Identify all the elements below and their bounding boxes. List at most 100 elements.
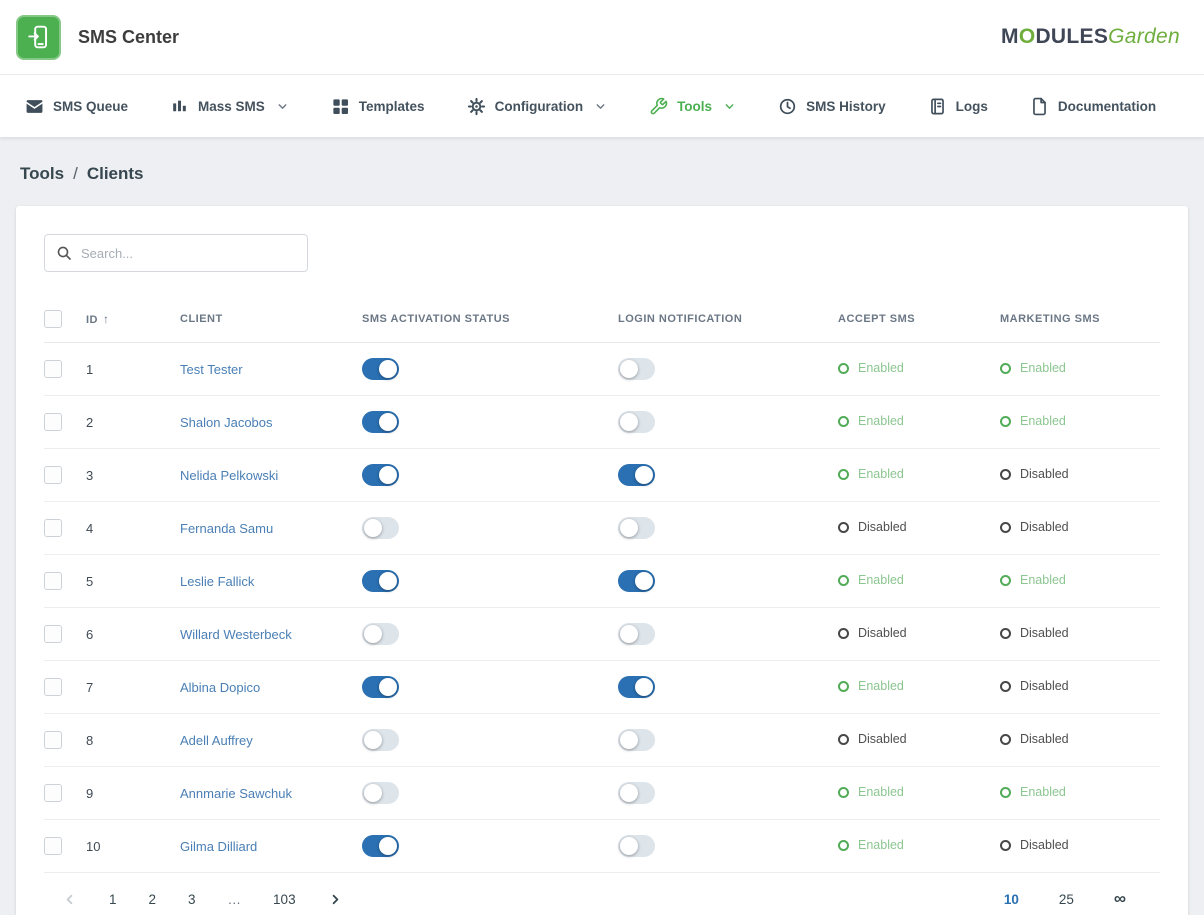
nav-item-configuration[interactable]: Configuration bbox=[446, 75, 628, 137]
client-link[interactable]: Willard Westerbeck bbox=[180, 627, 292, 642]
toggle-knob bbox=[379, 572, 397, 590]
login-notification-toggle[interactable] bbox=[618, 676, 655, 698]
nav-item-sms-history[interactable]: SMS History bbox=[757, 75, 907, 137]
status-circle-icon bbox=[838, 840, 849, 851]
row-checkbox[interactable] bbox=[44, 413, 62, 431]
login-notification-toggle[interactable] bbox=[618, 517, 655, 539]
nav-item-templates[interactable]: Templates bbox=[310, 75, 446, 137]
login-notification-toggle[interactable] bbox=[618, 623, 655, 645]
column-header-id[interactable]: ID↑ bbox=[86, 294, 180, 343]
client-link[interactable]: Nelida Pelkowski bbox=[180, 468, 278, 483]
column-header-login-notification[interactable]: LOGIN NOTIFICATION bbox=[618, 294, 838, 343]
login-notification-toggle[interactable] bbox=[618, 464, 655, 486]
nav-item-label: Documentation bbox=[1058, 99, 1156, 114]
sms-activation-toggle[interactable] bbox=[362, 411, 399, 433]
client-link[interactable]: Gilma Dilliard bbox=[180, 839, 257, 854]
row-id: 3 bbox=[86, 468, 93, 483]
select-all-checkbox[interactable] bbox=[44, 310, 62, 328]
per-page-25[interactable]: 25 bbox=[1059, 892, 1074, 907]
login-notification-toggle[interactable] bbox=[618, 782, 655, 804]
sms-activation-toggle[interactable] bbox=[362, 676, 399, 698]
client-link[interactable]: Leslie Fallick bbox=[180, 574, 254, 589]
login-notification-toggle[interactable] bbox=[618, 570, 655, 592]
login-notification-toggle[interactable] bbox=[618, 835, 655, 857]
row-checkbox[interactable] bbox=[44, 572, 62, 590]
column-header-accept-sms[interactable]: ACCEPT SMS bbox=[838, 294, 1000, 343]
sms-activation-toggle[interactable] bbox=[362, 570, 399, 592]
client-link[interactable]: Fernanda Samu bbox=[180, 521, 273, 536]
status-circle-icon bbox=[1000, 628, 1011, 639]
status-circle-icon bbox=[838, 363, 849, 374]
per-page-infinity[interactable]: ∞ bbox=[1114, 889, 1126, 909]
client-link[interactable]: Shalon Jacobos bbox=[180, 415, 273, 430]
page-ellipsis: … bbox=[228, 892, 242, 907]
nav-item-label: Configuration bbox=[495, 99, 583, 114]
per-page-10[interactable]: 10 bbox=[1004, 892, 1019, 907]
row-checkbox[interactable] bbox=[44, 731, 62, 749]
login-notification-toggle[interactable] bbox=[618, 411, 655, 433]
status-circle-icon bbox=[838, 416, 849, 427]
accept-sms-status: Enabled bbox=[838, 838, 904, 852]
client-link[interactable]: Adell Auffrey bbox=[180, 733, 253, 748]
status-circle-icon bbox=[1000, 575, 1011, 586]
nav-item-documentation[interactable]: Documentation bbox=[1009, 75, 1177, 137]
page-number[interactable]: 103 bbox=[273, 892, 296, 907]
breadcrumb-section[interactable]: Tools bbox=[20, 164, 64, 183]
nav-item-tools[interactable]: Tools bbox=[628, 75, 757, 137]
bars-icon bbox=[170, 97, 189, 116]
sms-activation-toggle[interactable] bbox=[362, 835, 399, 857]
clock-icon bbox=[778, 97, 797, 116]
page-number[interactable]: 2 bbox=[149, 892, 157, 907]
column-header-client[interactable]: CLIENT bbox=[180, 294, 362, 343]
status-label: Enabled bbox=[1020, 414, 1066, 428]
row-checkbox[interactable] bbox=[44, 837, 62, 855]
row-checkbox[interactable] bbox=[44, 784, 62, 802]
sms-activation-toggle[interactable] bbox=[362, 729, 399, 751]
client-link[interactable]: Albina Dopico bbox=[180, 680, 260, 695]
nav-item-label: Logs bbox=[956, 99, 988, 114]
nav-item-logs[interactable]: Logs bbox=[907, 75, 1009, 137]
row-id: 8 bbox=[86, 733, 93, 748]
marketing-sms-status: Disabled bbox=[1000, 732, 1069, 746]
status-circle-icon bbox=[838, 575, 849, 586]
status-circle-icon bbox=[838, 681, 849, 692]
sms-activation-toggle[interactable] bbox=[362, 464, 399, 486]
status-circle-icon bbox=[1000, 522, 1011, 533]
status-label: Enabled bbox=[858, 785, 904, 799]
status-label: Enabled bbox=[858, 838, 904, 852]
marketing-sms-status: Enabled bbox=[1000, 361, 1066, 375]
status-circle-icon bbox=[1000, 840, 1011, 851]
nav-item-sms-queue[interactable]: SMS Queue bbox=[4, 75, 149, 137]
row-checkbox[interactable] bbox=[44, 360, 62, 378]
login-notification-toggle[interactable] bbox=[618, 358, 655, 380]
row-checkbox[interactable] bbox=[44, 466, 62, 484]
breadcrumb-separator: / bbox=[73, 164, 78, 183]
client-link[interactable]: Annmarie Sawchuk bbox=[180, 786, 292, 801]
nav-item-mass-sms[interactable]: Mass SMS bbox=[149, 75, 310, 137]
next-page-icon[interactable] bbox=[328, 892, 343, 907]
login-notification-toggle[interactable] bbox=[618, 729, 655, 751]
page-title: SMS Center bbox=[78, 27, 179, 48]
toggle-knob bbox=[635, 466, 653, 484]
table-row: 4 Fernanda Samu Disabled Disabled bbox=[44, 502, 1160, 555]
column-header-sms-activation[interactable]: SMS ACTIVATION STATUS bbox=[362, 294, 618, 343]
sms-activation-toggle[interactable] bbox=[362, 358, 399, 380]
widgets-icon bbox=[331, 97, 350, 116]
page-number[interactable]: 1 bbox=[109, 892, 117, 907]
client-link[interactable]: Test Tester bbox=[180, 362, 243, 377]
table-row: 8 Adell Auffrey Disabled Disabled bbox=[44, 714, 1160, 767]
sms-activation-toggle[interactable] bbox=[362, 782, 399, 804]
row-checkbox[interactable] bbox=[44, 519, 62, 537]
prev-page-icon[interactable] bbox=[62, 892, 77, 907]
status-label: Disabled bbox=[1020, 679, 1069, 693]
status-circle-icon bbox=[1000, 734, 1011, 745]
row-checkbox[interactable] bbox=[44, 678, 62, 696]
status-label: Enabled bbox=[858, 573, 904, 587]
sms-activation-toggle[interactable] bbox=[362, 517, 399, 539]
page-number[interactable]: 3 bbox=[188, 892, 196, 907]
search-input[interactable] bbox=[81, 246, 296, 261]
accept-sms-status: Enabled bbox=[838, 414, 904, 428]
column-header-marketing-sms[interactable]: MARKETING SMS bbox=[1000, 294, 1160, 343]
sms-activation-toggle[interactable] bbox=[362, 623, 399, 645]
row-checkbox[interactable] bbox=[44, 625, 62, 643]
